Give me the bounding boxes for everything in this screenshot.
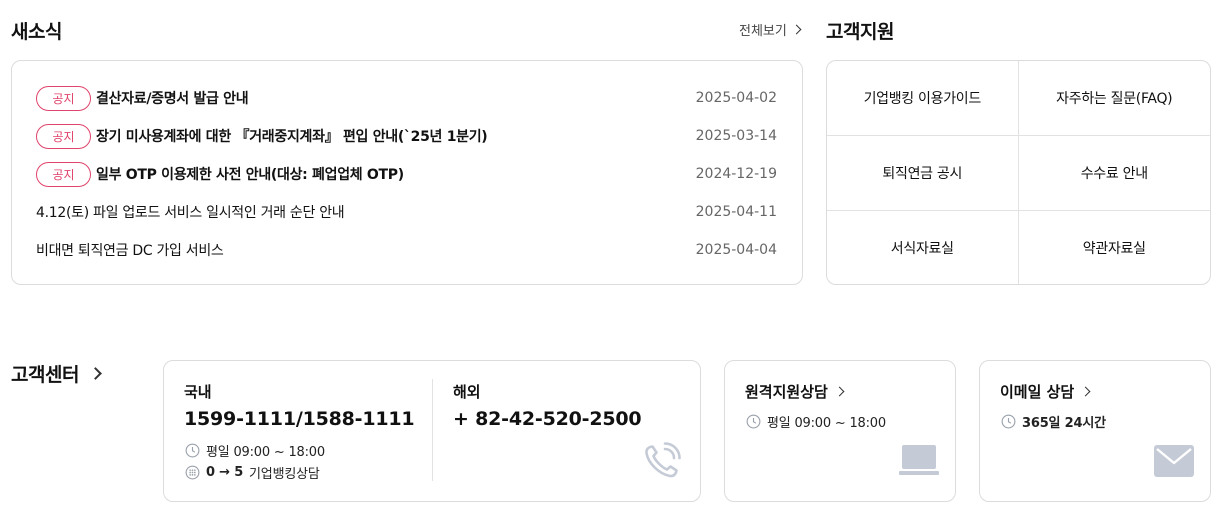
- support-link-fees[interactable]: 수수료 안내: [1018, 136, 1210, 211]
- remote-support-link[interactable]: 원격지원상담: [745, 381, 845, 402]
- clock-icon: [1001, 414, 1016, 429]
- phone-contact-card: 국내 1599-1111/1588-1111 평일 09:00 ~ 18:00 …: [163, 360, 701, 502]
- email-hours-rest: 일 24시간: [1048, 416, 1106, 431]
- email-hours-text: 365일 24시간: [1022, 412, 1106, 431]
- news-item[interactable]: 비대면 퇴직연금 DC 가입 서비스 2025-04-04: [36, 237, 777, 263]
- overseas-label: 해외: [453, 383, 481, 401]
- support-section-title: 고객지원: [826, 21, 894, 43]
- domestic-hours-text: 평일 09:00 ~ 18:00: [206, 445, 325, 460]
- news-item-title: 일부 OTP 이용제한 사전 안내(대상: 폐업업체 OTP): [96, 167, 404, 183]
- domestic-phone[interactable]: 1599-1111/1588-1111: [184, 408, 415, 430]
- news-item-date: 2025-04-04: [695, 242, 777, 258]
- news-item-date: 2024-12-19: [695, 166, 777, 182]
- news-item-title: 결산자료/증명서 발급 안내: [96, 91, 249, 107]
- view-all-label: 전체보기: [739, 24, 787, 39]
- domestic-ars: 0 → 5 기업뱅킹상담: [185, 463, 320, 482]
- phone-call-icon: [645, 442, 681, 478]
- overseas-phone[interactable]: + 82-42-520-2500: [453, 408, 642, 430]
- chevron-right-icon: [834, 386, 845, 397]
- support-link-forms[interactable]: 서식자료실: [827, 211, 1019, 284]
- support-grid: 기업뱅킹 이용가이드 자주하는 질문(FAQ) 퇴직연금 공시 수수료 안내 서…: [826, 60, 1211, 285]
- support-link-pension-disclosure[interactable]: 퇴직연금 공시: [827, 136, 1019, 211]
- news-item-date: 2025-04-02: [695, 90, 777, 106]
- remote-support-card[interactable]: 원격지원상담 평일 09:00 ~ 18:00: [724, 360, 956, 502]
- keypad-icon: [185, 465, 200, 480]
- news-item[interactable]: 공지 장기 미사용계좌에 대한 『거래중지계좌』 편입 안내(`25년 1분기)…: [36, 123, 777, 149]
- support-link-terms[interactable]: 약관자료실: [1019, 211, 1211, 284]
- news-item-date: 2025-03-14: [695, 128, 777, 144]
- ars-description: 기업뱅킹상담: [249, 467, 320, 482]
- customer-center-title: 고객센터: [11, 364, 79, 386]
- remote-hours-text: 평일 09:00 ~ 18:00: [767, 416, 886, 431]
- news-item[interactable]: 4.12(토) 파일 업로드 서비스 일시적인 거래 순단 안내 2025-04…: [36, 199, 777, 225]
- clock-icon: [746, 414, 761, 429]
- customer-center-title-link[interactable]: 고객센터: [11, 360, 102, 387]
- news-item-title: 장기 미사용계좌에 대한 『거래중지계좌』 편입 안내(`25년 1분기): [96, 129, 488, 145]
- email-support-card[interactable]: 이메일 상담 365일 24시간: [979, 360, 1211, 502]
- news-item[interactable]: 공지 일부 OTP 이용제한 사전 안내(대상: 폐업업체 OTP) 2024-…: [36, 161, 777, 187]
- support-link-faq[interactable]: 자주하는 질문(FAQ): [1018, 61, 1210, 136]
- notice-badge: 공지: [36, 123, 91, 149]
- news-list: 공지 결산자료/증명서 발급 안내 2025-04-02 공지 장기 미사용계좌…: [11, 60, 803, 285]
- news-item[interactable]: 공지 결산자료/증명서 발급 안내 2025-04-02: [36, 85, 777, 111]
- support-link-guide[interactable]: 기업뱅킹 이용가이드: [827, 61, 1019, 136]
- chevron-right-icon: [791, 24, 802, 35]
- email-support-link[interactable]: 이메일 상담: [1000, 381, 1091, 402]
- domestic-label: 국내: [184, 383, 212, 401]
- notice-badge: 공지: [36, 161, 91, 187]
- clock-icon: [185, 443, 200, 458]
- domestic-hours: 평일 09:00 ~ 18:00: [185, 441, 325, 460]
- laptop-icon: [899, 445, 939, 475]
- email-support-label: 이메일 상담: [1000, 383, 1075, 401]
- news-view-all-link[interactable]: 전체보기: [739, 20, 802, 39]
- remote-support-label: 원격지원상담: [745, 383, 828, 401]
- chevron-right-icon: [1080, 386, 1091, 397]
- envelope-icon: [1154, 445, 1194, 477]
- news-section-title: 새소식: [11, 21, 62, 43]
- news-item-date: 2025-04-11: [695, 204, 777, 220]
- notice-badge: 공지: [36, 85, 91, 111]
- ars-key-sequence: 0 → 5: [206, 465, 244, 480]
- news-item-title: 비대면 퇴직연금 DC 가입 서비스: [36, 243, 224, 259]
- email-hours-number: 365: [1022, 416, 1049, 431]
- divider: [432, 379, 433, 481]
- chevron-right-icon: [89, 367, 102, 380]
- news-item-title: 4.12(토) 파일 업로드 서비스 일시적인 거래 순단 안내: [36, 205, 345, 221]
- remote-support-hours: 평일 09:00 ~ 18:00: [746, 412, 886, 431]
- email-support-hours: 365일 24시간: [1001, 412, 1106, 431]
